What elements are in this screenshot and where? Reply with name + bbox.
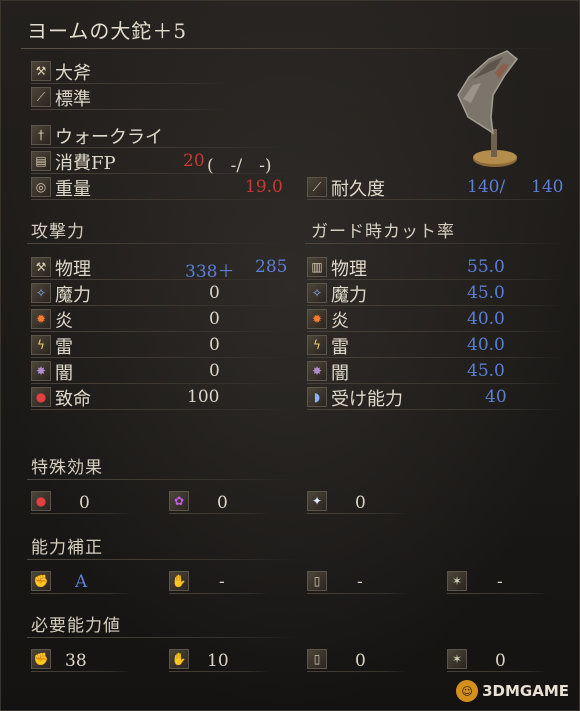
critical-icon: ● <box>31 387 51 407</box>
guard-label: 闇 <box>331 363 349 384</box>
poison-icon: ✿ <box>169 491 189 511</box>
attack-type: 標準 <box>55 89 91 110</box>
attack-value: 0 <box>209 361 220 381</box>
strength-icon: ✊ <box>31 571 51 591</box>
scaling-value: - <box>219 572 225 592</box>
fire-guard-icon: ✹ <box>307 309 327 329</box>
dark-guard-icon: ✸ <box>307 361 327 381</box>
attack-label: 致命 <box>55 389 91 410</box>
axe-icon: ⚒ <box>31 61 51 81</box>
watermark-badge-icon: ☺ <box>456 680 479 702</box>
attack-label: 闇 <box>55 363 73 384</box>
intelligence-req-icon: ▯ <box>307 649 327 669</box>
guard-value: 40 <box>485 387 507 407</box>
strength-req-icon: ✊ <box>31 649 51 669</box>
standard-attack-icon: ⟋ <box>31 87 51 107</box>
skill-icon: † <box>31 125 51 145</box>
requirement-value: 0 <box>355 651 366 671</box>
watermark-text: 3DMGAME <box>482 682 569 700</box>
lightning-guard-icon: ϟ <box>307 335 327 355</box>
guard-label: 炎 <box>331 311 349 332</box>
requirement-value: 0 <box>495 651 506 671</box>
attack-value: 100 <box>187 387 220 407</box>
requirements-heading: 必要能力値 <box>31 616 121 636</box>
fp-label: 消費FP <box>55 153 116 174</box>
intelligence-icon: ▯ <box>307 571 327 591</box>
dexterity-icon: ✋ <box>169 571 189 591</box>
magic-icon: ✧ <box>31 283 51 303</box>
attack-label: 物理 <box>55 259 91 280</box>
attack-label: 雷 <box>55 337 73 358</box>
requirements-divider <box>27 637 297 638</box>
weapon-image <box>457 50 519 167</box>
weight-icon: ◎ <box>31 177 51 197</box>
attack-label: 炎 <box>55 311 73 332</box>
durability-icon: ⟋ <box>307 177 327 197</box>
scaling-heading: 能力補正 <box>31 538 103 558</box>
guard-label: 物理 <box>331 259 367 280</box>
special-value: 0 <box>217 493 228 513</box>
fp-icon: ▤ <box>31 151 51 171</box>
special-value: 0 <box>79 493 90 513</box>
attack-value-bonus: 285 <box>255 257 288 277</box>
weapon-status-panel: ヨームの大鉈＋5 ⚒ 大斧 ⟋ 標準 † ウォークライ ▤ 消費FP 20 ( … <box>0 0 580 711</box>
guard-label: 魔力 <box>331 285 367 306</box>
guard-value: 45.0 <box>467 361 505 381</box>
stability-icon: ◗ <box>307 387 327 407</box>
durability-max: 140 <box>531 177 564 197</box>
special-divider <box>27 479 297 480</box>
faith-req-icon: ✶ <box>447 649 467 669</box>
lightning-icon: ϟ <box>31 335 51 355</box>
scaling-divider <box>27 559 297 560</box>
scaling-value: A <box>75 572 88 592</box>
guard-value: 40.0 <box>467 335 505 355</box>
physical-icon: ⚒ <box>31 257 51 277</box>
physical-guard-icon: ▥ <box>307 257 327 277</box>
dark-icon: ✸ <box>31 361 51 381</box>
special-heading: 特殊効果 <box>31 458 103 478</box>
weight-label: 重量 <box>55 179 91 200</box>
attack-value: 0 <box>209 335 220 355</box>
scaling-value: - <box>357 572 363 592</box>
guard-heading: ガード時カット率 <box>311 222 455 242</box>
attack-value: 0 <box>209 309 220 329</box>
guard-label: 受け能力 <box>331 389 403 410</box>
dexterity-req-icon: ✋ <box>169 649 189 669</box>
attack-divider <box>27 243 297 244</box>
requirement-value: 38 <box>65 651 87 671</box>
attack-heading: 攻撃力 <box>31 222 85 242</box>
attack-value: 0 <box>209 283 220 303</box>
faith-icon: ✶ <box>447 571 467 591</box>
fp-extra: ( -/ -) <box>207 156 272 176</box>
magic-guard-icon: ✧ <box>307 283 327 303</box>
guard-label: 雷 <box>331 337 349 358</box>
weapon-title: ヨームの大鉈＋5 <box>27 19 188 43</box>
weapon-type: 大斧 <box>55 63 91 84</box>
scaling-value: - <box>497 572 503 592</box>
attack-value: 338＋ <box>185 262 235 282</box>
fire-icon: ✹ <box>31 309 51 329</box>
attack-label: 魔力 <box>55 285 91 306</box>
guard-value: 40.0 <box>467 309 505 329</box>
durability-current: 140/ <box>467 177 506 197</box>
watermark-logo: ☺ 3DMGAME <box>456 680 569 702</box>
requirement-value: 10 <box>207 651 229 671</box>
frost-icon: ✦ <box>307 491 327 511</box>
weight-value: 19.0 <box>245 177 283 197</box>
skill-name: ウォークライ <box>55 127 163 148</box>
guard-value: 45.0 <box>467 283 505 303</box>
guard-value: 55.0 <box>467 257 505 277</box>
guard-divider <box>305 243 567 244</box>
special-value: 0 <box>355 493 366 513</box>
bleed-icon: ● <box>31 491 51 511</box>
durability-label: 耐久度 <box>331 179 385 200</box>
fp-value: 20 <box>183 151 205 171</box>
